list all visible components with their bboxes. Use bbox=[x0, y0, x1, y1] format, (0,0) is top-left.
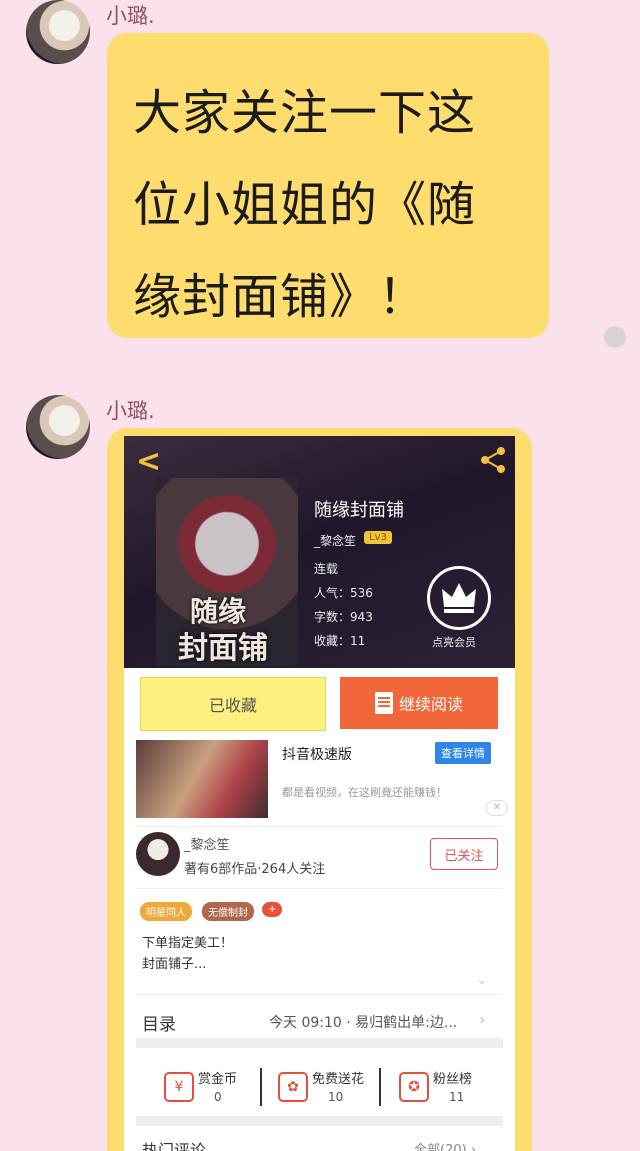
cover-title-line2: 封面铺 bbox=[178, 631, 268, 666]
section-gap bbox=[136, 1116, 503, 1126]
hot-comments-heading: 热门评论 bbox=[142, 1141, 207, 1151]
reward-coins-action[interactable]: ¥ 赏金币 0 bbox=[142, 1064, 262, 1110]
chevron-down-icon[interactable]: ⌄ bbox=[476, 972, 488, 988]
sender-avatar[interactable] bbox=[26, 0, 90, 64]
continue-reading-label: 继续阅读 bbox=[398, 695, 463, 714]
toc-label[interactable]: 目录 bbox=[142, 1010, 176, 1035]
ad-details-button[interactable]: 查看详情 bbox=[435, 742, 491, 764]
action-label: 赏金币 bbox=[198, 1072, 238, 1087]
level-badge: Lv3 bbox=[364, 531, 392, 544]
ad-title[interactable]: 抖音极速版 bbox=[282, 744, 352, 764]
toc-latest-chapter[interactable]: 今天 09:10 · 易归鹤出单:边... bbox=[269, 1012, 457, 1032]
image-message-bubble[interactable]: < 随缘 封面铺 随缘封面铺 _黎念笙 Lv3 连载 人气：536 字数：943… bbox=[107, 428, 532, 1151]
vip-label[interactable]: 点亮会员 bbox=[432, 634, 476, 650]
message-bubble[interactable]: 大家关注一下这位小姐姐的《随缘封面铺》！ bbox=[107, 33, 549, 338]
coin-icon: ¥ bbox=[164, 1072, 194, 1102]
divider bbox=[136, 994, 503, 995]
intro-line: 下单指定美工！ bbox=[142, 936, 234, 951]
read-status-dot bbox=[604, 326, 626, 348]
crown-icon[interactable] bbox=[427, 566, 491, 630]
followed-button[interactable]: 已关注 bbox=[430, 838, 498, 870]
author-name[interactable]: _黎念笙 bbox=[184, 834, 230, 853]
author-stats: 著有6部作品·264人关注 bbox=[184, 862, 326, 877]
continue-reading-button[interactable]: 继续阅读 bbox=[340, 677, 498, 729]
sender-name: 小璐. bbox=[106, 4, 155, 28]
action-label: 免费送花 bbox=[312, 1072, 365, 1087]
flower-icon: ✿ bbox=[278, 1072, 308, 1102]
action-value: 11 bbox=[449, 1090, 465, 1104]
book-cover[interactable]: 随缘 封面铺 bbox=[156, 478, 298, 666]
intro-line: 封面铺子... bbox=[142, 957, 207, 972]
divider bbox=[136, 826, 503, 827]
send-flowers-action[interactable]: ✿ 免费送花 10 bbox=[256, 1064, 376, 1110]
medal-icon: ✪ bbox=[399, 1072, 429, 1102]
action-value: 0 bbox=[214, 1090, 222, 1104]
sender-avatar[interactable] bbox=[26, 395, 90, 459]
message-text: 大家关注一下这位小姐姐的《随缘封面铺》！ bbox=[133, 85, 477, 325]
divider bbox=[136, 888, 503, 889]
all-comments-link[interactable]: 全部(20) › bbox=[414, 1139, 476, 1151]
section-gap bbox=[136, 1038, 503, 1048]
shared-screenshot[interactable]: < 随缘 封面铺 随缘封面铺 _黎念笙 Lv3 连载 人气：536 字数：943… bbox=[124, 436, 515, 1151]
share-icon[interactable] bbox=[479, 446, 507, 474]
ad-description: 都是看视频，在这刷竟还能赚钱！ bbox=[282, 786, 447, 799]
book-favorites: 收藏：11 bbox=[314, 634, 366, 648]
book-word-count: 字数：943 bbox=[314, 610, 373, 624]
tag-badge[interactable]: 无偿制封 bbox=[202, 902, 254, 921]
book-popularity: 人气：536 bbox=[314, 586, 373, 600]
action-label: 粉丝榜 bbox=[433, 1072, 473, 1087]
sender-name: 小璐. bbox=[106, 399, 155, 423]
book-header: < 随缘 封面铺 随缘封面铺 _黎念笙 Lv3 连载 人气：536 字数：943… bbox=[124, 436, 515, 668]
add-tag-button[interactable]: + bbox=[262, 902, 283, 917]
book-icon bbox=[374, 692, 393, 714]
book-author[interactable]: _黎念笙 bbox=[314, 532, 356, 549]
author-avatar[interactable] bbox=[136, 832, 180, 876]
book-title: 随缘封面铺 bbox=[314, 500, 404, 521]
chevron-right-icon[interactable]: › bbox=[479, 1010, 485, 1029]
book-status: 连载 bbox=[314, 562, 339, 576]
favorited-button[interactable]: 已收藏 bbox=[140, 677, 326, 731]
tag-badge[interactable]: 明星同人 bbox=[140, 902, 192, 921]
back-arrow-icon[interactable]: < bbox=[136, 444, 161, 479]
action-value: 10 bbox=[328, 1090, 344, 1104]
close-icon[interactable]: ✕ bbox=[486, 800, 508, 816]
ad-image[interactable] bbox=[136, 740, 268, 818]
fans-ranking-action[interactable]: ✪ 粉丝榜 11 bbox=[377, 1064, 497, 1110]
